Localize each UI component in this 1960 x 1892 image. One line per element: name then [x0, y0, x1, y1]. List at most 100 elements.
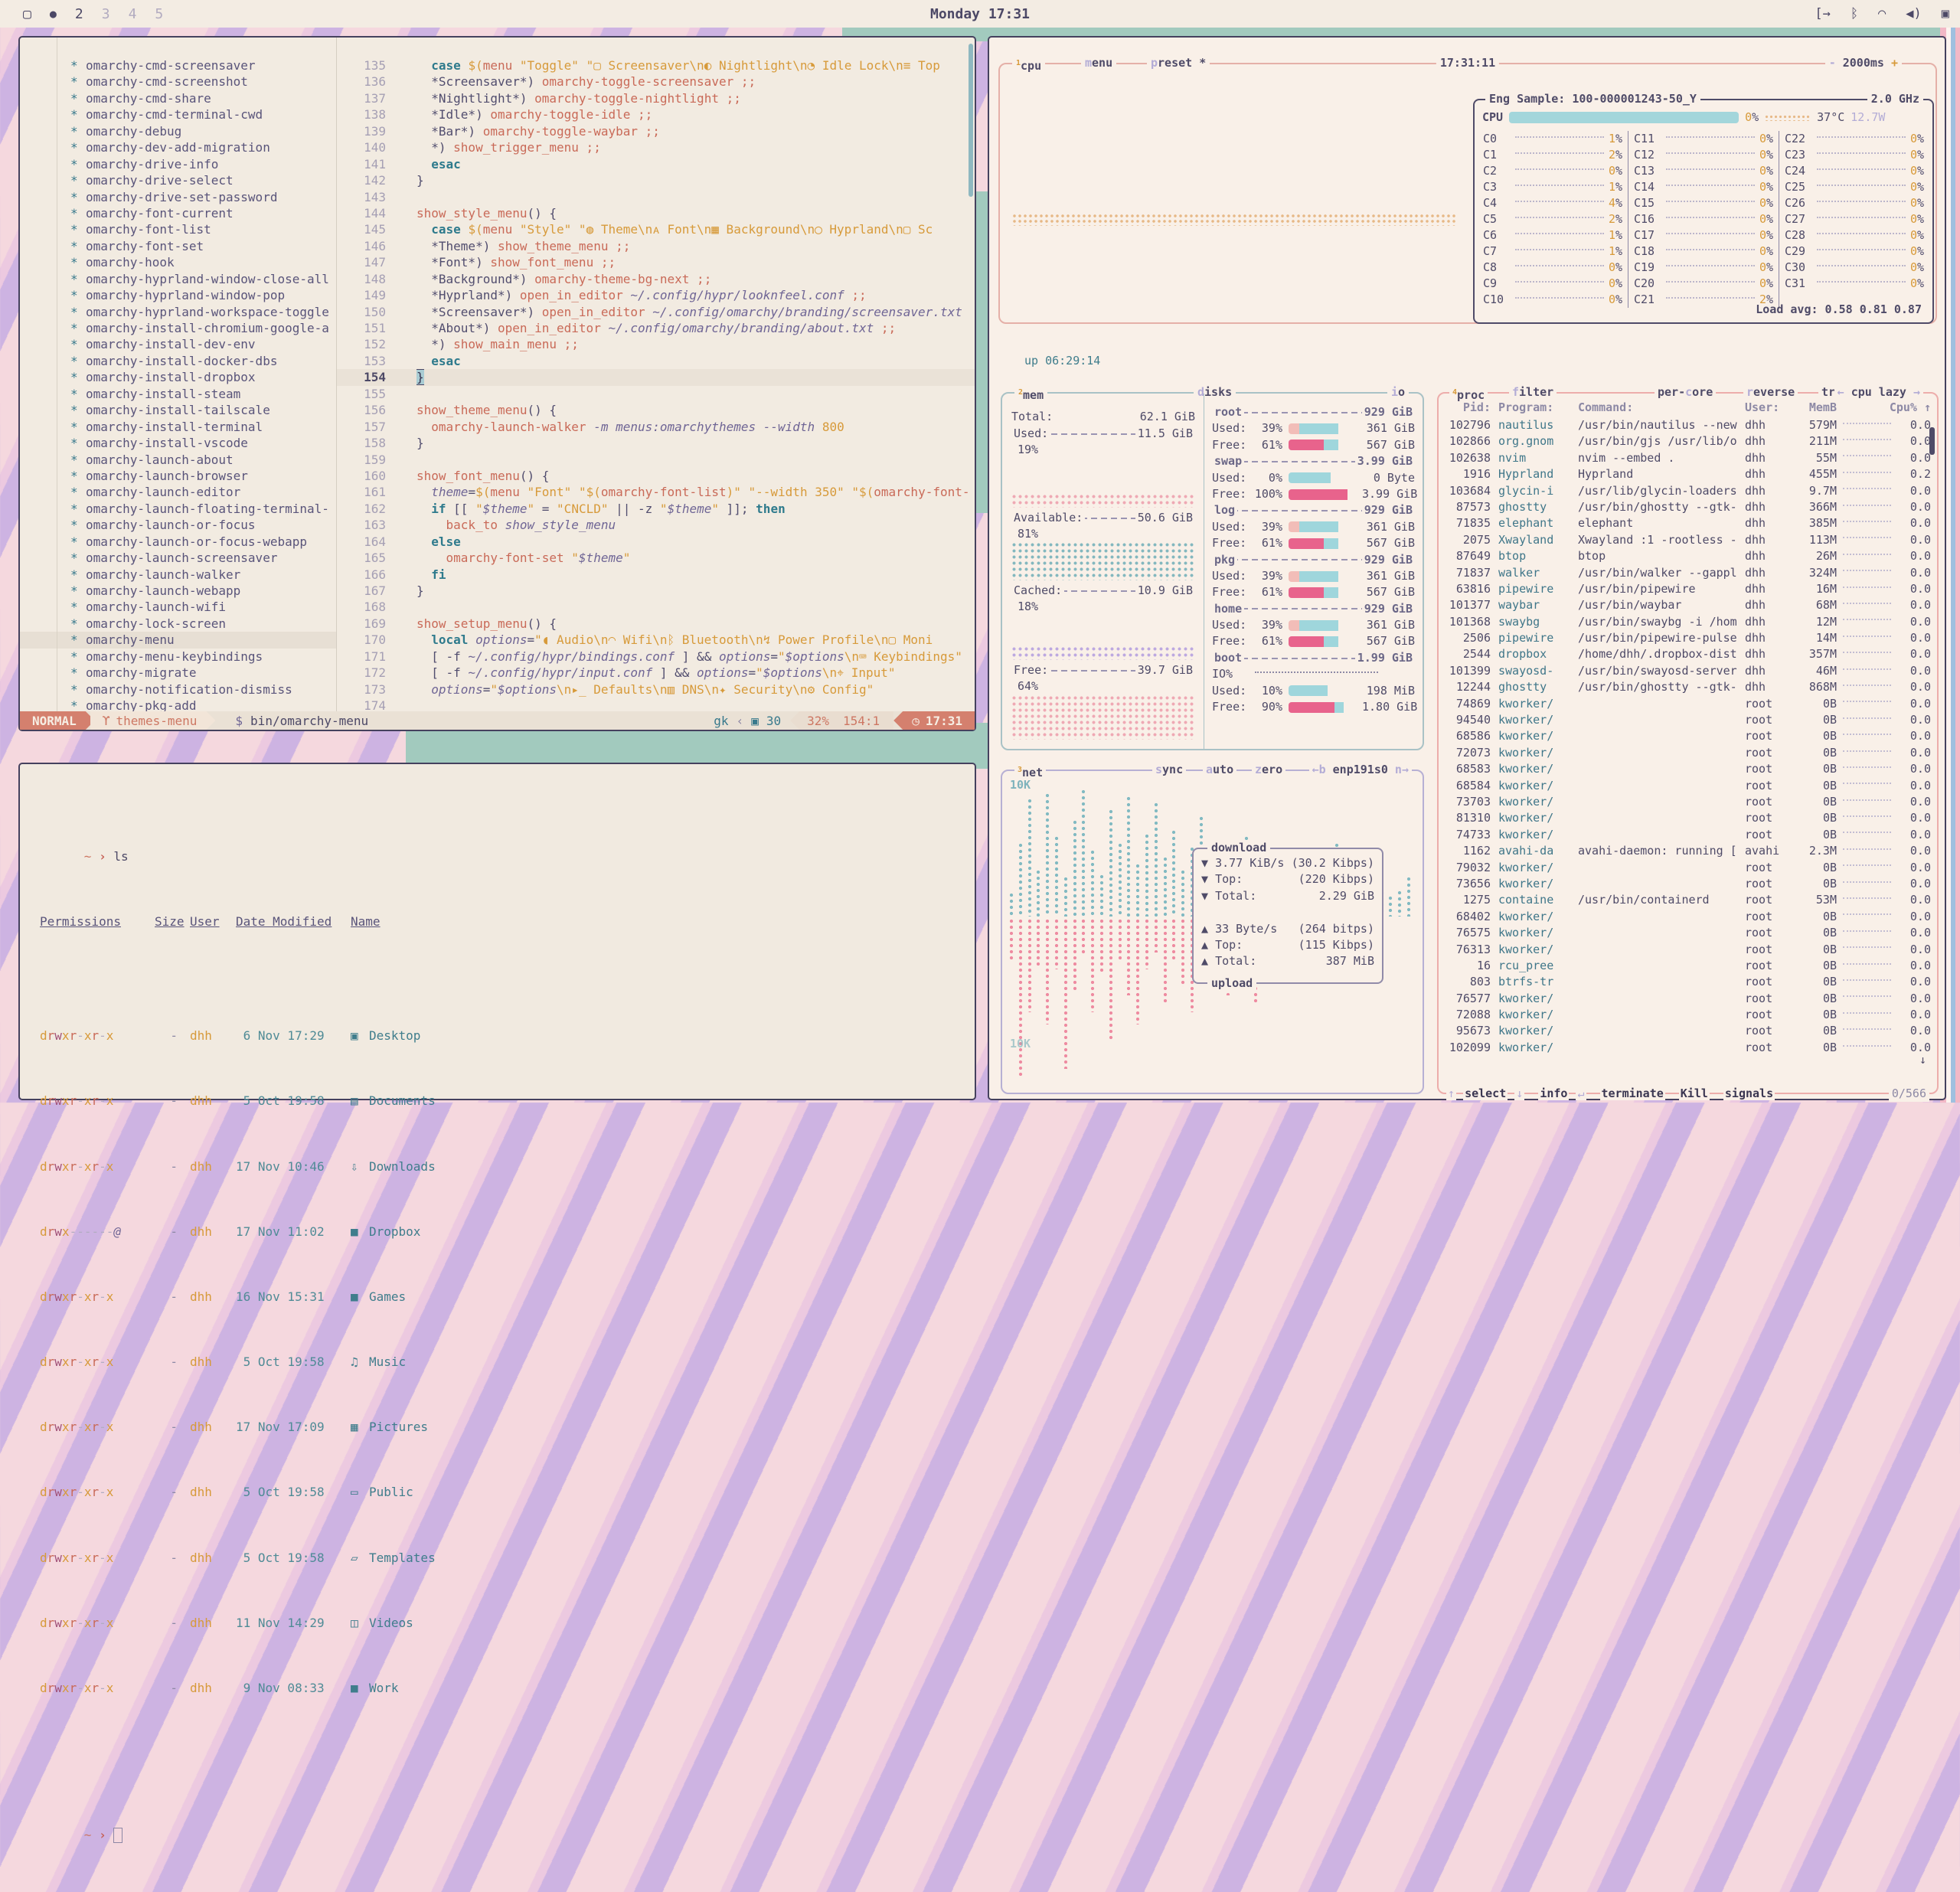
- process-row[interactable]: 16 rcu_pree root 0B 0.0: [1443, 958, 1931, 974]
- process-row[interactable]: 103684 glycin-i /usr/lib/glycin-loaders …: [1443, 483, 1931, 499]
- process-row[interactable]: 102796 nautilus /usr/bin/nautilus --new …: [1443, 417, 1931, 433]
- scroll-down-icon[interactable]: ↓: [1919, 1052, 1926, 1068]
- process-row[interactable]: 68586 kworker/ root 0B 0.0: [1443, 728, 1931, 744]
- proc-percore-button[interactable]: per-core: [1655, 384, 1716, 400]
- process-row[interactable]: 87573 ghostty /usr/bin/ghostty --gtk- dh…: [1443, 499, 1931, 515]
- process-row[interactable]: 76577 kworker/ root 0B 0.0: [1443, 991, 1931, 1007]
- header-user[interactable]: User:: [1745, 400, 1794, 416]
- net-auto-button[interactable]: auto: [1203, 762, 1236, 778]
- process-row[interactable]: 2075 Xwayland Xwayland :1 -rootless - dh…: [1443, 532, 1931, 548]
- process-row[interactable]: 87649 btop btop dhh 26M 0.0: [1443, 548, 1931, 564]
- layout-icon[interactable]: ▢: [23, 6, 31, 22]
- file-list-item[interactable]: * omarchy-launch-browser: [20, 468, 336, 484]
- process-row[interactable]: 63816 pipewire /usr/bin/pipewire dhh 16M…: [1443, 581, 1931, 597]
- kill-button[interactable]: Kill: [1679, 1086, 1710, 1102]
- file-list-item[interactable]: * omarchy-drive-info: [20, 156, 336, 172]
- process-row[interactable]: 803 btrfs-tr root 0B 0.0: [1443, 974, 1931, 990]
- file-list-item[interactable]: * omarchy-font-list: [20, 221, 336, 237]
- file-list-item[interactable]: * omarchy-launch-floating-terminal-: [20, 501, 336, 517]
- signals-button[interactable]: signals: [1723, 1086, 1775, 1102]
- file-list-item[interactable]: * omarchy-install-tailscale: [20, 402, 336, 418]
- process-row[interactable]: 101399 swayosd- /usr/bin/swayosd-server …: [1443, 663, 1931, 679]
- net-interface[interactable]: ←b enp191s0 n→: [1309, 762, 1412, 778]
- process-row[interactable]: 73703 kworker/ root 0B 0.0: [1443, 794, 1931, 810]
- entry-name[interactable]: Games: [369, 1289, 406, 1305]
- file-list-item[interactable]: * omarchy-launch-editor: [20, 484, 336, 500]
- entry-name[interactable]: Templates: [369, 1550, 436, 1566]
- process-row[interactable]: 1275 containe /usr/bin/containerd root 5…: [1443, 892, 1931, 908]
- header-pid[interactable]: Pid:: [1443, 400, 1491, 416]
- file-list-item[interactable]: * omarchy-hyprland-workspace-toggle: [20, 304, 336, 320]
- net-zero-button[interactable]: zero: [1252, 762, 1285, 778]
- process-row[interactable]: 71837 walker /usr/bin/walker --gappl dhh…: [1443, 565, 1931, 581]
- net-sync-button[interactable]: sync: [1152, 762, 1186, 778]
- file-list-item[interactable]: * omarchy-font-current: [20, 205, 336, 221]
- file-list-item[interactable]: * omarchy-dev-add-migration: [20, 139, 336, 155]
- info-button[interactable]: info ↵: [1538, 1086, 1586, 1102]
- terminal-content[interactable]: ~ › ls Permissions Size User Date Modifi…: [40, 799, 967, 1892]
- file-list-item[interactable]: * omarchy-debug: [20, 123, 336, 139]
- header-mem[interactable]: MemB: [1794, 400, 1837, 416]
- file-list-item[interactable]: * omarchy-hook: [20, 254, 336, 270]
- file-list-item[interactable]: * omarchy-install-steam: [20, 386, 336, 402]
- file-list-item[interactable]: * omarchy-cmd-terminal-cwd: [20, 106, 336, 123]
- entry-name[interactable]: Work: [369, 1680, 399, 1696]
- file-list-item[interactable]: * omarchy-launch-or-focus: [20, 517, 336, 533]
- process-row[interactable]: 102099 kworker/ root 0B 0.0: [1443, 1040, 1931, 1056]
- process-row[interactable]: 2544 dropbox /home/dhh/.dropbox-dist dhh…: [1443, 646, 1931, 662]
- process-row[interactable]: 68583 kworker/ root 0B 0.0: [1443, 761, 1931, 777]
- entry-name[interactable]: Downloads: [369, 1158, 436, 1175]
- file-list-item[interactable]: * omarchy-launch-walker: [20, 567, 336, 583]
- terminate-button[interactable]: terminate: [1600, 1086, 1665, 1102]
- workspace-1-active[interactable]: ●: [50, 7, 57, 21]
- file-list-item[interactable]: * omarchy-install-docker-dbs: [20, 353, 336, 369]
- process-row[interactable]: 12244 ghostty /usr/bin/ghostty --gtk- dh…: [1443, 679, 1931, 695]
- tab-io[interactable]: io: [1387, 384, 1409, 400]
- logout-icon[interactable]: [→: [1815, 6, 1830, 21]
- file-list-item[interactable]: * omarchy-cmd-share: [20, 90, 336, 106]
- workspace-4[interactable]: 4: [129, 6, 137, 22]
- process-row[interactable]: 101377 waybar /usr/bin/waybar dhh 68M 0.…: [1443, 597, 1931, 613]
- entry-name[interactable]: Public: [369, 1484, 413, 1500]
- file-list-item[interactable]: * omarchy-launch-webapp: [20, 583, 336, 599]
- process-row[interactable]: 102638 nvim nvim --embed . dhh 55M 0.0: [1443, 450, 1931, 466]
- file-list-item[interactable]: * omarchy-hyprland-window-close-all: [20, 271, 336, 287]
- entry-name[interactable]: Desktop: [369, 1028, 420, 1044]
- process-row[interactable]: 73656 kworker/ root 0B 0.0: [1443, 876, 1931, 892]
- file-list-item[interactable]: * omarchy-migrate: [20, 665, 336, 681]
- file-list-item[interactable]: * omarchy-launch-or-focus-webapp: [20, 534, 336, 550]
- process-row[interactable]: 94540 kworker/ root 0B 0.0: [1443, 712, 1931, 728]
- process-row[interactable]: 102866 org.gnom /usr/bin/gjs /usr/lib/o …: [1443, 433, 1931, 449]
- file-list-item[interactable]: * omarchy-menu: [20, 632, 336, 648]
- process-row[interactable]: 74869 kworker/ root 0B 0.0: [1443, 696, 1931, 712]
- process-row[interactable]: 101368 swaybg /usr/bin/swaybg -i /hom dh…: [1443, 614, 1931, 630]
- file-list-item[interactable]: * omarchy-drive-set-password: [20, 189, 336, 205]
- file-list-item[interactable]: * omarchy-font-set: [20, 238, 336, 254]
- file-list-item[interactable]: * omarchy-hyprland-window-pop: [20, 287, 336, 303]
- entry-name[interactable]: Pictures: [369, 1419, 428, 1435]
- proc-reverse-button[interactable]: reverse: [1743, 384, 1798, 400]
- file-list-item[interactable]: * omarchy-install-dev-env: [20, 336, 336, 352]
- bluetooth-icon[interactable]: ᛒ: [1851, 6, 1858, 21]
- header-command[interactable]: Command:: [1578, 400, 1745, 416]
- shell-prompt-empty[interactable]: ~ ›: [40, 1810, 967, 1859]
- tab-cpu[interactable]: 1cpu: [1012, 55, 1045, 74]
- entry-name[interactable]: Music: [369, 1354, 406, 1370]
- refresh-interval[interactable]: - 2000ms +: [1825, 55, 1902, 71]
- process-row[interactable]: 68402 kworker/ root 0B 0.0: [1443, 909, 1931, 925]
- process-row[interactable]: 81310 kworker/ root 0B 0.0: [1443, 810, 1931, 826]
- process-row[interactable]: 1162 avahi-da avahi-daemon: running [ av…: [1443, 843, 1931, 859]
- preset-button[interactable]: preset *: [1147, 55, 1210, 71]
- file-list-item[interactable]: * omarchy-launch-screensaver: [20, 550, 336, 566]
- wifi-icon[interactable]: ◠: [1878, 6, 1886, 21]
- proc-sort-mode[interactable]: ← cpu lazy →: [1834, 384, 1923, 400]
- entry-name[interactable]: Documents: [369, 1093, 436, 1109]
- process-row[interactable]: 79032 kworker/ root 0B 0.0: [1443, 860, 1931, 876]
- process-row[interactable]: 68584 kworker/ root 0B 0.0: [1443, 778, 1931, 794]
- file-list-item[interactable]: * omarchy-drive-select: [20, 172, 336, 188]
- file-list-item[interactable]: * omarchy-install-terminal: [20, 419, 336, 435]
- tab-disks[interactable]: disks: [1194, 384, 1236, 400]
- code-pane[interactable]: 135 case $(menu "Toggle" "▢ Screensaver\…: [337, 38, 975, 713]
- cpu-chip-icon[interactable]: ▣: [1942, 6, 1949, 21]
- tab-mem[interactable]: 2mem: [1014, 384, 1047, 404]
